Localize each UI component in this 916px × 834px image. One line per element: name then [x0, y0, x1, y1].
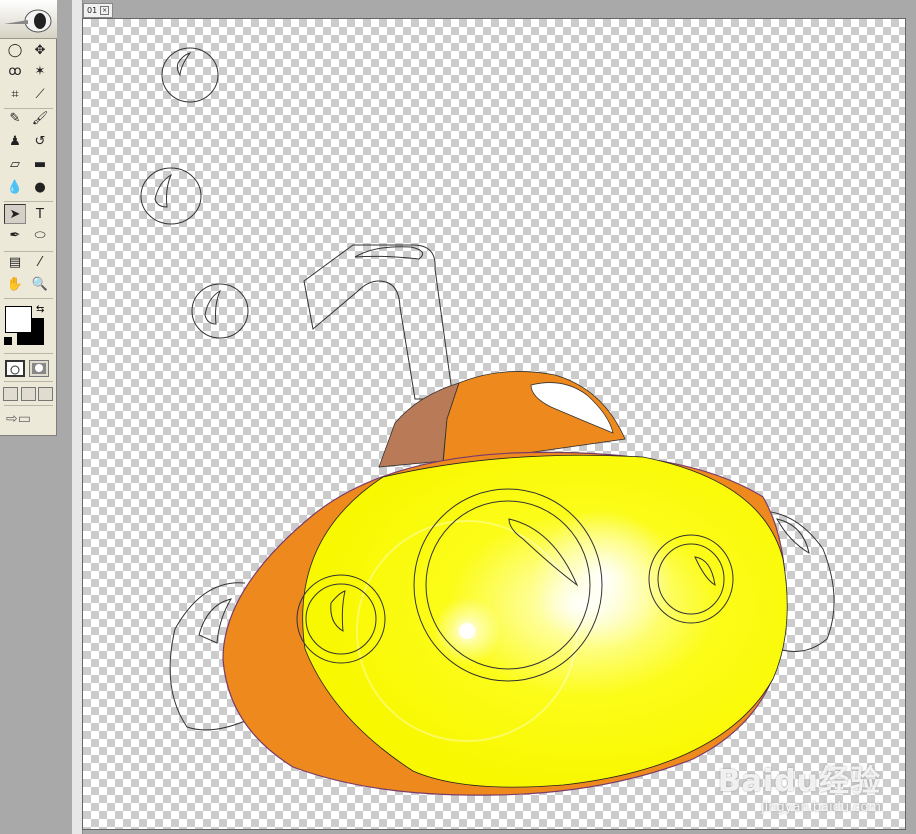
tool-separator [4, 353, 53, 354]
photoshop-logo-icon [4, 9, 52, 33]
document-tab-label: 01 [87, 6, 98, 15]
quick-mask-mode-button[interactable] [29, 360, 49, 377]
jump-to-imageready-icon[interactable]: ⇨▭ [6, 411, 31, 427]
tool-separator [4, 405, 53, 406]
baidu-jingyan-watermark: Baidu经验 jingyan.baidu.com [718, 756, 881, 815]
brush-tool-icon[interactable]: 🖌 [29, 108, 51, 128]
blur-tool-icon[interactable]: 💧 [4, 177, 26, 197]
tool-separator [4, 108, 53, 109]
slice-tool-icon[interactable]: ⟋ [29, 84, 51, 104]
bubble [191, 283, 249, 339]
bubble [140, 167, 202, 225]
default-colors-icon[interactable] [4, 337, 12, 345]
submarine-hull [222, 451, 788, 796]
type-tool-icon[interactable]: T [29, 204, 51, 224]
tool-palette: ◯ ✥ ꝏ ✶ ⌗ ⟋ ✎ 🖌 ♟ ↺ ▱ ▬ 💧 ● ➤ T ✒ ⬭ ▤ ⁄ ✋ 🔍 ⇆ ⇨▭ [0, 0, 57, 436]
image-canvas[interactable]: Baidu经验 jingyan.baidu.com [82, 18, 906, 830]
document-tab[interactable]: 01 × [83, 3, 114, 18]
path-selection-tool-icon[interactable]: ➤ [4, 204, 26, 224]
full-screen-mode-button[interactable] [38, 387, 53, 401]
tool-palette-header[interactable] [0, 0, 57, 39]
lasso-tool-icon[interactable]: ꝏ [4, 61, 26, 81]
dodge-tool-icon[interactable]: ● [29, 177, 51, 197]
watermark-main: Baidu经验 [717, 764, 881, 799]
watermark-sub: jingyan.baidu.com [761, 800, 881, 815]
zoom-tool-icon[interactable]: 🔍 [29, 274, 51, 294]
move-tool-icon[interactable]: ✥ [29, 40, 51, 60]
tool-separator [4, 298, 53, 299]
hand-tool-icon[interactable]: ✋ [4, 274, 26, 294]
submarine-artwork [140, 47, 835, 796]
eyedropper-tool-icon[interactable]: ⁄ [29, 252, 51, 272]
foreground-color-swatch[interactable] [5, 306, 32, 333]
full-screen-menu-mode-button[interactable] [21, 387, 36, 401]
quick-mask-icon [32, 363, 46, 374]
eraser-tool-icon[interactable]: ▱ [4, 154, 26, 174]
close-icon[interactable]: × [100, 6, 110, 15]
gradient-tool-icon[interactable]: ▬ [29, 154, 51, 174]
clone-stamp-tool-icon[interactable]: ♟ [4, 131, 26, 151]
history-brush-tool-icon[interactable]: ↺ [29, 131, 51, 151]
document-window: 01 × Baidu经验 jingyan.baidu.com [72, 0, 916, 834]
tool-separator [4, 201, 53, 202]
ellipse-shape-tool-icon[interactable]: ⬭ [29, 225, 51, 245]
swap-colors-icon[interactable]: ⇆ [36, 304, 44, 315]
standard-mode-icon [10, 365, 20, 375]
notes-tool-icon[interactable]: ▤ [4, 252, 26, 272]
healing-brush-tool-icon[interactable]: ✎ [4, 108, 26, 128]
periscope [303, 244, 454, 400]
elliptical-marquee-tool-icon[interactable]: ◯ [4, 40, 26, 60]
conning-tower [378, 371, 626, 468]
standard-screen-mode-button[interactable] [3, 387, 18, 401]
standard-mode-button[interactable] [5, 360, 25, 377]
crop-tool-icon[interactable]: ⌗ [4, 84, 26, 104]
pen-tool-icon[interactable]: ✒ [4, 225, 26, 245]
tool-separator [4, 381, 53, 382]
tool-separator [4, 251, 53, 252]
bubble [161, 47, 219, 103]
magic-wand-tool-icon[interactable]: ✶ [29, 61, 51, 81]
